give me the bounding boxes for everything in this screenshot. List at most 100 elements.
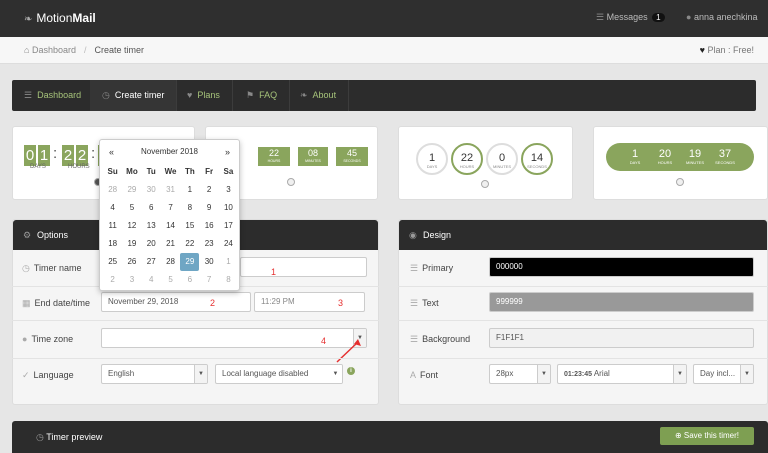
- language-select[interactable]: English ▼: [101, 364, 208, 384]
- messages-link[interactable]: ☰ Messages 1: [596, 12, 665, 23]
- end-time-input[interactable]: 11:29 PM: [254, 292, 365, 312]
- divider: [398, 286, 768, 287]
- annotation-1: 1: [271, 267, 277, 277]
- calendar-day[interactable]: 20: [142, 235, 161, 253]
- annotation-arrow: [336, 339, 361, 363]
- calendar-day[interactable]: 8: [180, 199, 199, 217]
- calendar-day[interactable]: 11: [103, 217, 122, 235]
- calendar-day[interactable]: 30: [200, 253, 219, 271]
- calendar-day[interactable]: 6: [142, 199, 161, 217]
- main-nav: ☰ Dashboard ◷ Create timer ♥ Plans ⚑ FAQ ❧ Ab…: [12, 80, 756, 111]
- chevron-down-icon[interactable]: ▼: [740, 365, 753, 383]
- calendar-day[interactable]: 28: [161, 253, 180, 271]
- logo[interactable]: ❧ MotionMail: [24, 11, 96, 25]
- background-color-input[interactable]: F1F1F1: [489, 328, 754, 348]
- calendar-day[interactable]: 29: [122, 181, 141, 199]
- save-timer-button[interactable]: ⊕ Save this timer!: [660, 427, 754, 445]
- nav-create-timer[interactable]: ◷ Create timer: [90, 80, 178, 111]
- breadcrumb-dashboard[interactable]: Dashboard: [32, 45, 76, 55]
- user-icon: ●: [686, 12, 692, 22]
- end-date-input[interactable]: November 29, 2018: [101, 292, 251, 312]
- primary-color-input[interactable]: 000000: [489, 257, 754, 277]
- breadcrumb-current: Create timer: [94, 45, 145, 55]
- calendar-day[interactable]: 26: [122, 253, 141, 271]
- calendar-day[interactable]: 2: [200, 181, 219, 199]
- calendar-day[interactable]: 18: [103, 235, 122, 253]
- digit: 2: [76, 145, 88, 166]
- calendar-day[interactable]: 19: [122, 235, 141, 253]
- calendar-day[interactable]: 25: [103, 253, 122, 271]
- timezone-label: ● Time zone: [22, 334, 74, 344]
- calendar-day[interactable]: 21: [161, 235, 180, 253]
- timezone-select[interactable]: ▼: [101, 328, 367, 348]
- calendar-day[interactable]: 28: [103, 181, 122, 199]
- local-language-select[interactable]: Local language disabled ▼: [215, 364, 343, 384]
- nav-about[interactable]: ❧ About: [288, 80, 350, 111]
- box-seconds: 45 SECONDS: [336, 147, 368, 166]
- info-icon[interactable]: i: [347, 367, 355, 375]
- font-size-select[interactable]: 28px ▼: [489, 364, 551, 384]
- chevron-down-icon[interactable]: ▼: [329, 365, 342, 383]
- calendar-day[interactable]: 2: [103, 271, 122, 289]
- chevron-down-icon[interactable]: ▼: [673, 365, 686, 383]
- mail-icon: ☰: [596, 12, 605, 22]
- calendar-day[interactable]: 29: [180, 253, 200, 271]
- calendar-day[interactable]: 24: [219, 235, 238, 253]
- calendar-day[interactable]: 12: [122, 217, 141, 235]
- calendar-month[interactable]: November 2018: [100, 147, 239, 156]
- template-radio-pill[interactable]: [676, 178, 684, 186]
- calendar-weekday: Mo: [126, 167, 138, 176]
- calendar-day[interactable]: 7: [200, 271, 219, 289]
- calendar-day[interactable]: 3: [219, 181, 238, 199]
- calendar-day[interactable]: 3: [122, 271, 141, 289]
- calendar-day[interactable]: 14: [161, 217, 180, 235]
- calendar-day[interactable]: 16: [200, 217, 219, 235]
- chevron-down-icon[interactable]: ▼: [194, 365, 207, 383]
- calendar-day[interactable]: 4: [103, 199, 122, 217]
- flag-icon: ⚑: [246, 90, 255, 100]
- heart-icon: ♥: [699, 45, 705, 55]
- pill-hours: 20 HOURS: [657, 148, 673, 165]
- calendar-icon: ▦: [22, 298, 31, 308]
- day-format-select[interactable]: Day incl... ▼: [693, 364, 754, 384]
- calendar-next-button[interactable]: »: [225, 147, 230, 157]
- timer-name-input[interactable]: [240, 257, 367, 277]
- nav-dashboard[interactable]: ☰ Dashboard: [12, 80, 95, 111]
- calendar-day[interactable]: 5: [122, 199, 141, 217]
- calendar-day[interactable]: 1: [219, 253, 238, 271]
- bars-icon: ☰: [410, 263, 419, 273]
- calendar-weekday: We: [164, 167, 177, 176]
- home-icon: ⌂: [24, 45, 30, 55]
- calendar-day[interactable]: 7: [161, 199, 180, 217]
- calendar-day[interactable]: 27: [142, 253, 161, 271]
- clock-icon: ◷: [102, 90, 110, 100]
- calendar-day[interactable]: 13: [142, 217, 161, 235]
- calendar-day[interactable]: 6: [180, 271, 199, 289]
- font-family-select[interactable]: 01:23:45 Arial ▼: [557, 364, 687, 384]
- font-label: A Font: [410, 370, 439, 380]
- chevron-down-icon[interactable]: ▼: [537, 365, 550, 383]
- days-label: DAYS: [30, 164, 46, 170]
- calendar-day[interactable]: 9: [200, 199, 219, 217]
- nav-plans[interactable]: ♥ Plans: [175, 80, 233, 111]
- calendar-day[interactable]: 8: [219, 271, 238, 289]
- nav-faq[interactable]: ⚑ FAQ: [234, 80, 291, 111]
- circle-days: 1 DAYS: [416, 143, 448, 175]
- plan-status[interactable]: ♥ Plan : Free!: [700, 45, 754, 55]
- calendar-day[interactable]: 10: [219, 199, 238, 217]
- calendar-day[interactable]: 17: [219, 217, 238, 235]
- text-color-input[interactable]: 999999: [489, 292, 754, 312]
- user-menu[interactable]: ● anna anechkina: [686, 12, 758, 22]
- calendar-day[interactable]: 4: [142, 271, 161, 289]
- template-radio-boxes[interactable]: [287, 178, 295, 186]
- calendar-day[interactable]: 22: [180, 235, 199, 253]
- calendar-day[interactable]: 23: [200, 235, 219, 253]
- template-radio-circles[interactable]: [481, 180, 489, 188]
- calendar-day[interactable]: 5: [161, 271, 180, 289]
- calendar-day[interactable]: 15: [180, 217, 199, 235]
- calendar-day[interactable]: 1: [180, 181, 199, 199]
- dashboard-icon: ☰: [24, 90, 33, 100]
- calendar-day[interactable]: 30: [142, 181, 161, 199]
- primary-label: ☰ Primary: [410, 263, 454, 273]
- calendar-day[interactable]: 31: [161, 181, 180, 199]
